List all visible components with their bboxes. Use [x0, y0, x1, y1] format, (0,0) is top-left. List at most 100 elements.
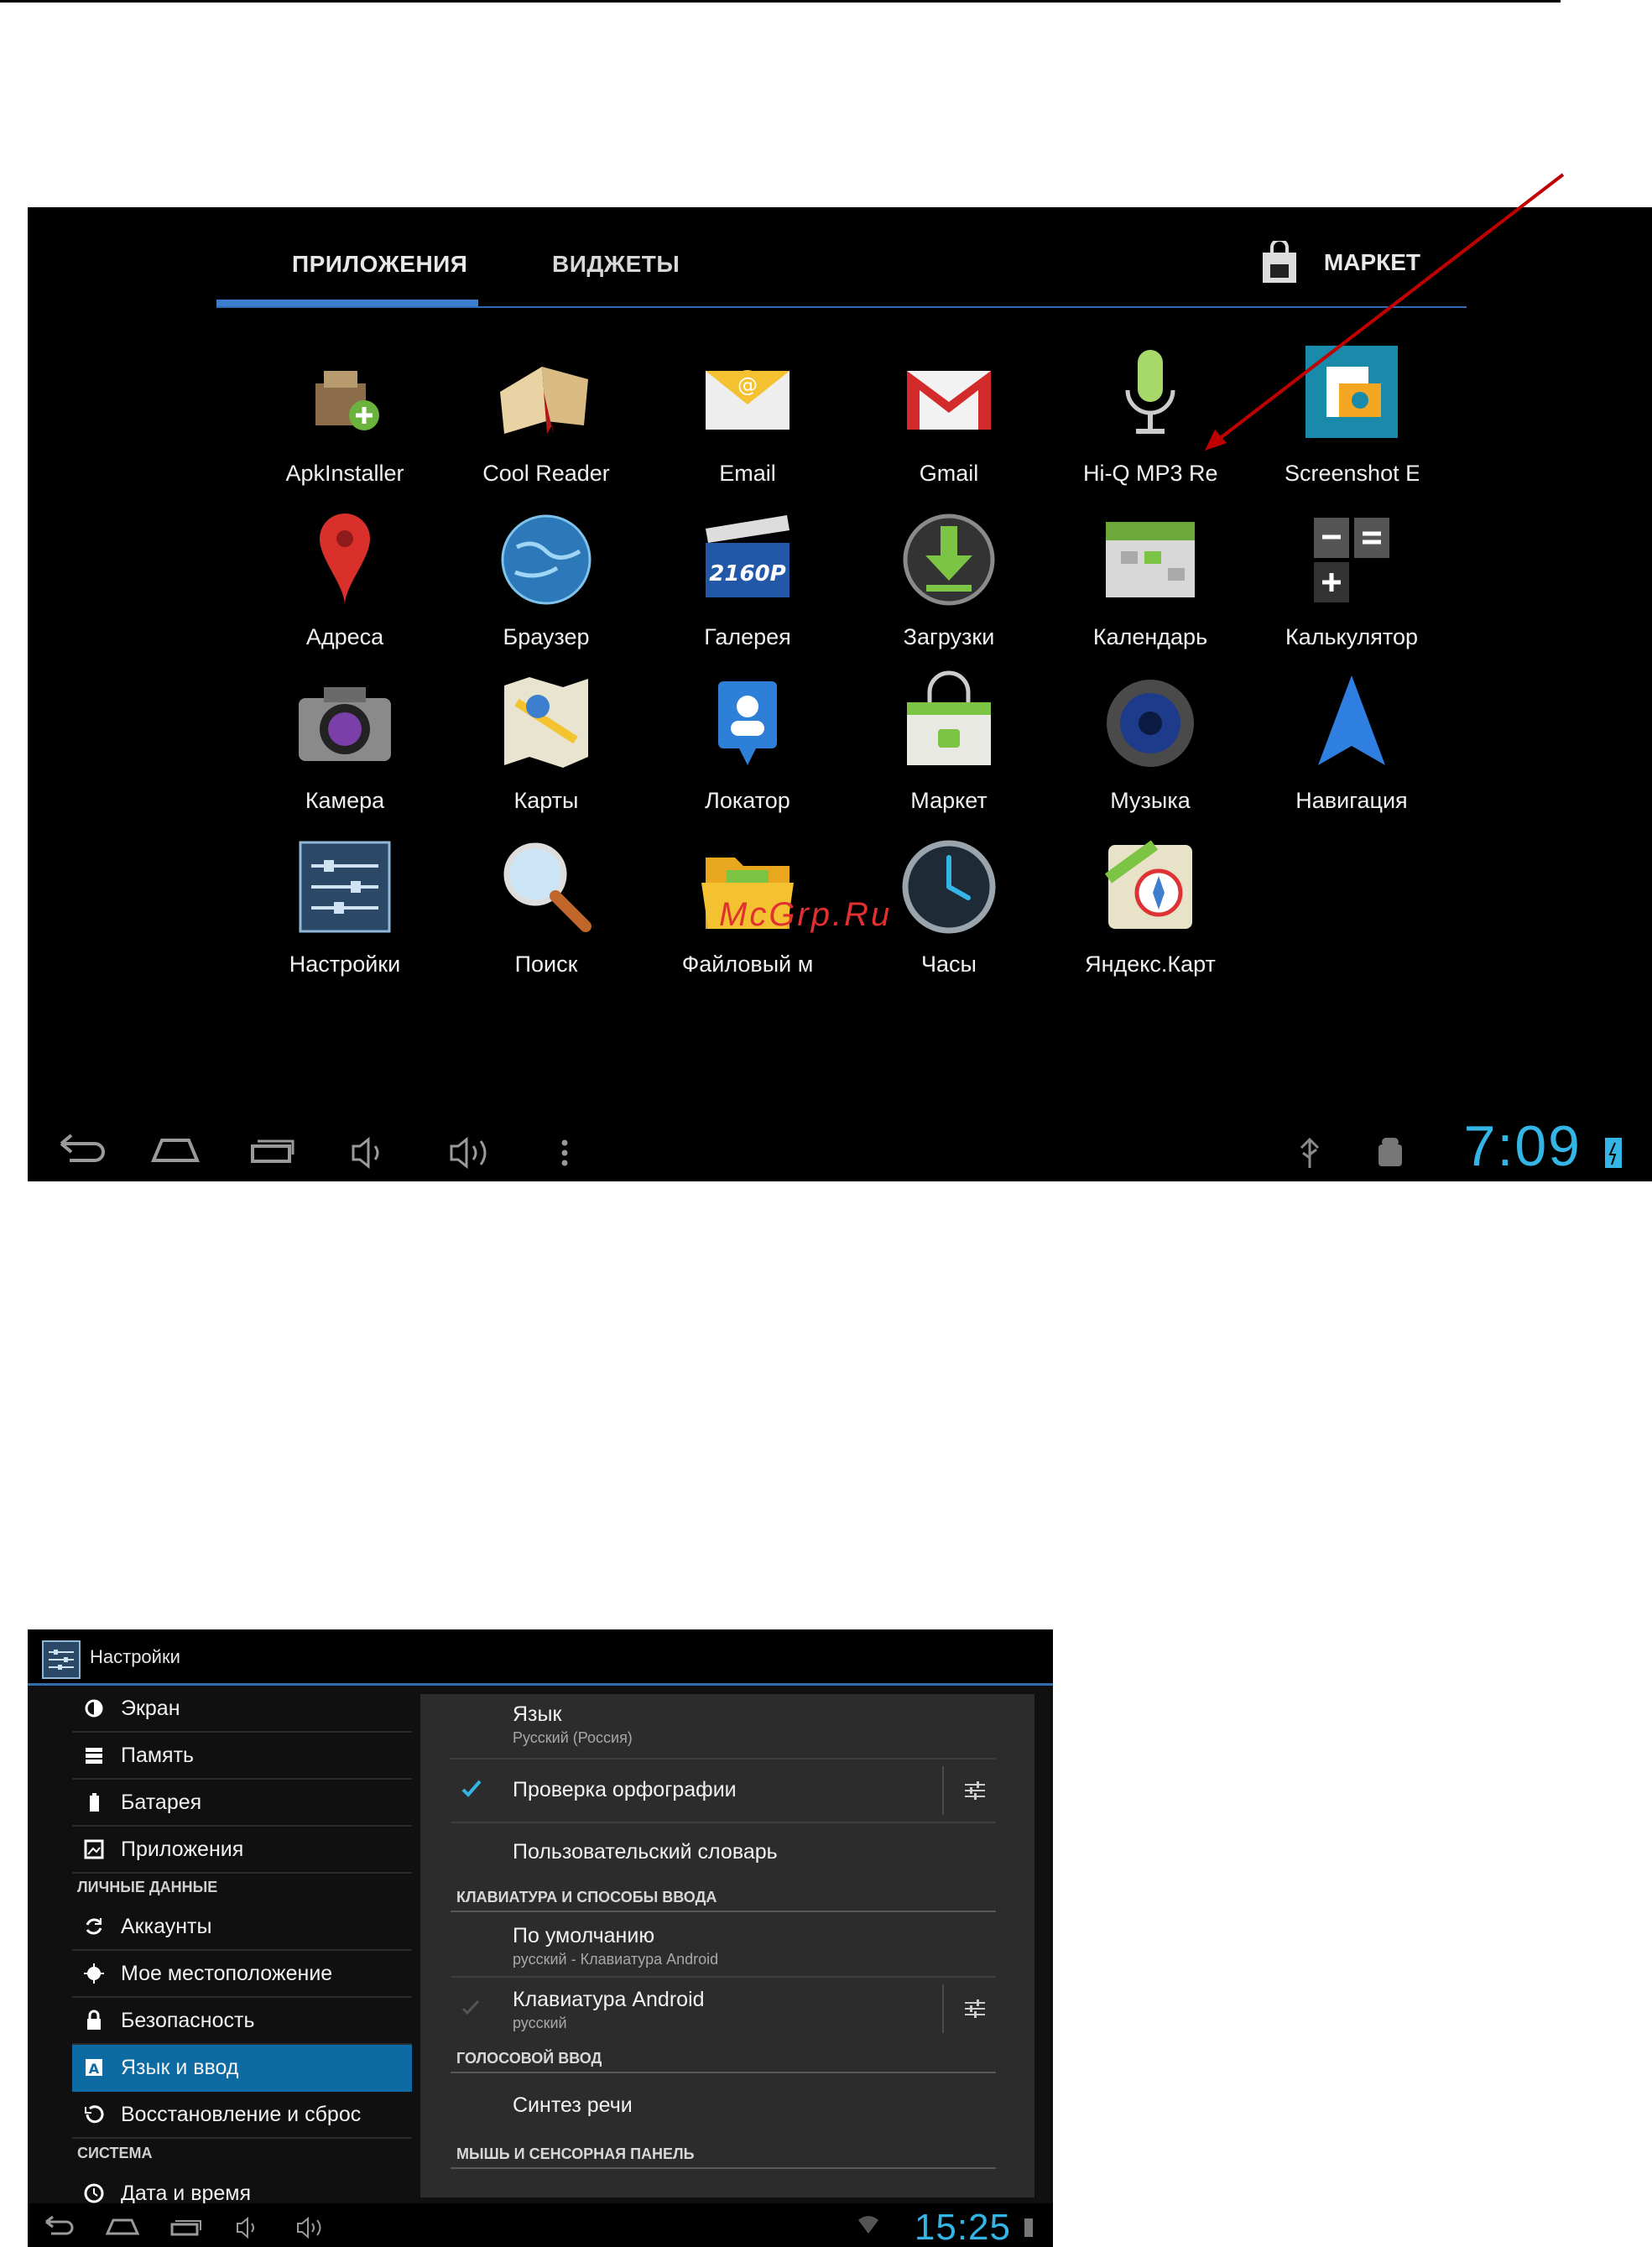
- settings-screenshot: Настройки Экран Память Батарея Приложени…: [28, 1629, 1053, 2247]
- app-apkinstaller[interactable]: ApkInstaller: [244, 341, 446, 487]
- app-yandex-maps[interactable]: Яндекс.Карт: [1050, 832, 1251, 978]
- app-label: Калькулятор: [1285, 624, 1419, 649]
- settings-sidebar: Экран Память Батарея Приложения ЛИЧНЫЕ Д…: [72, 1686, 412, 2205]
- sidebar-item-accounts[interactable]: Аккаунты: [72, 1904, 412, 1951]
- app-settings[interactable]: Настройки: [244, 832, 446, 978]
- market-button[interactable]: МАРКЕТ: [1260, 241, 1420, 284]
- sidebar-item-location[interactable]: Мое местоположение: [72, 1951, 412, 1998]
- microphone-icon: [1125, 350, 1175, 434]
- app-music[interactable]: Музыка: [1050, 669, 1251, 814]
- app-cool-reader[interactable]: Cool Reader: [446, 341, 647, 487]
- location-icon: [84, 1963, 104, 1984]
- sidebar-item-display[interactable]: Экран: [72, 1686, 412, 1733]
- back-icon[interactable]: [45, 2215, 74, 2235]
- app-calendar[interactable]: Календарь: [1050, 505, 1251, 650]
- download-icon: [903, 514, 995, 606]
- page-title: Настройки: [90, 1646, 180, 1667]
- app-camera[interactable]: Камера: [244, 669, 446, 814]
- app-label: Gmail: [919, 461, 979, 486]
- app-label: Screenshot E: [1285, 461, 1419, 486]
- sidebar-item-apps[interactable]: Приложения: [72, 1827, 412, 1874]
- app-addresses[interactable]: Адреса: [244, 505, 446, 650]
- app-calculator[interactable]: Калькулятор: [1251, 505, 1452, 650]
- back-icon[interactable]: [60, 1134, 105, 1162]
- volume-up-icon[interactable]: [450, 1136, 487, 1170]
- sidebar-item-backup-reset[interactable]: Восстановление и сброс: [72, 2092, 412, 2139]
- app-label: Локатор: [705, 788, 790, 813]
- sidebar-item-label: Экран: [121, 1696, 180, 1720]
- app-label: Камера: [305, 788, 385, 813]
- volume-down-icon[interactable]: [237, 2216, 254, 2239]
- market-label: МАРКЕТ: [1323, 249, 1420, 275]
- market-bag-icon: [907, 670, 991, 765]
- pref-summary: Русский (Россия): [513, 1729, 633, 1746]
- app-browser[interactable]: Браузер: [446, 505, 647, 650]
- app-label: Поиск: [514, 951, 578, 977]
- app-label: Cool Reader: [482, 461, 610, 486]
- app-email[interactable]: @ Email: [647, 341, 848, 487]
- pref-title: Пользовательский словарь: [513, 1840, 778, 1864]
- storage-icon: [86, 1748, 102, 1764]
- lock-icon: [87, 2010, 101, 2030]
- app-market[interactable]: Маркет: [848, 669, 1050, 814]
- svg-text:A: A: [89, 2061, 100, 2077]
- tab-apps[interactable]: ПРИЛОЖЕНИЯ: [292, 251, 467, 278]
- app-label: ApkInstaller: [285, 461, 404, 486]
- home-icon[interactable]: [105, 2218, 140, 2235]
- email-icon: @: [706, 370, 790, 430]
- app-screenshot[interactable]: Screenshot E: [1251, 341, 1452, 487]
- pref-title: Синтез речи: [513, 2093, 633, 2117]
- pref-android-keyboard[interactable]: Клавиатура Android русский: [451, 1978, 996, 2040]
- android-debug-icon: [1378, 1138, 1402, 1166]
- tune-settings-icon[interactable]: [962, 1778, 988, 1803]
- clapper-icon: 2160P: [706, 515, 790, 597]
- system-bar: [60, 1134, 1622, 1170]
- tab-widgets[interactable]: ВИДЖЕТЫ: [552, 251, 680, 278]
- app-navigation[interactable]: Навигация: [1251, 669, 1452, 814]
- app-maps[interactable]: Карты: [446, 669, 647, 814]
- app-label: Email: [719, 461, 776, 486]
- app-label: Часы: [921, 951, 977, 977]
- app-downloads[interactable]: Загрузки: [848, 505, 1050, 650]
- tune-settings-icon[interactable]: [962, 1996, 988, 2021]
- pref-default-ime[interactable]: По умолчанию русский - Клавиатура Androi…: [451, 1912, 996, 1978]
- apps-icon: [84, 1839, 104, 1859]
- clock-icon: [902, 840, 996, 934]
- sidebar-item-label: Дата и время: [121, 2181, 252, 2205]
- checkbox-checked-icon[interactable]: [461, 1780, 482, 1798]
- book-icon: [500, 367, 588, 435]
- app-gallery[interactable]: 2160P Галерея: [647, 505, 848, 650]
- pref-title: Клавиатура Android: [513, 1988, 705, 2011]
- sidebar-item-storage[interactable]: Память: [72, 1733, 412, 1780]
- sidebar-item-security[interactable]: Безопасность: [72, 1998, 412, 2045]
- home-icon[interactable]: [151, 1139, 200, 1162]
- screenshot-icon: [1305, 346, 1398, 438]
- settings-app-icon[interactable]: [41, 1640, 81, 1680]
- app-locator[interactable]: Локатор: [647, 669, 848, 814]
- menu-icon[interactable]: [561, 1139, 568, 1166]
- camera-icon: [299, 687, 391, 761]
- wifi-icon: [858, 2216, 878, 2234]
- volume-up-icon[interactable]: [297, 2216, 321, 2239]
- app-search[interactable]: Поиск: [446, 832, 647, 978]
- sidebar-item-label: Аккаунты: [121, 1914, 212, 1938]
- app-hiq-mp3[interactable]: Hi-Q MP3 Re: [1050, 341, 1251, 487]
- pref-tts[interactable]: Синтез речи: [451, 2073, 996, 2134]
- app-label: Адреса: [305, 624, 384, 649]
- app-gmail[interactable]: Gmail: [848, 341, 1050, 487]
- pref-spellcheck[interactable]: Проверка орфографии: [451, 1760, 996, 1823]
- pref-user-dictionary[interactable]: Пользовательский словарь: [451, 1823, 996, 1880]
- app-label: Браузер: [503, 624, 590, 649]
- calculator-icon: [1314, 518, 1389, 602]
- watermark: McGrp.Ru: [719, 896, 893, 933]
- sidebar-item-battery[interactable]: Батарея: [72, 1780, 412, 1827]
- checkbox-disabled-icon[interactable]: [461, 1999, 481, 2016]
- pref-summary: русский: [513, 2015, 567, 2031]
- recent-apps-icon[interactable]: [251, 1139, 294, 1163]
- usb-icon: [1300, 1137, 1320, 1168]
- app-label: Яндекс.Карт: [1085, 951, 1216, 977]
- pref-language[interactable]: Язык Русский (Россия): [451, 1694, 996, 1760]
- recent-apps-icon[interactable]: [170, 2220, 201, 2236]
- volume-down-icon[interactable]: [352, 1136, 379, 1170]
- sidebar-item-language-input[interactable]: A Язык и ввод: [72, 2045, 412, 2092]
